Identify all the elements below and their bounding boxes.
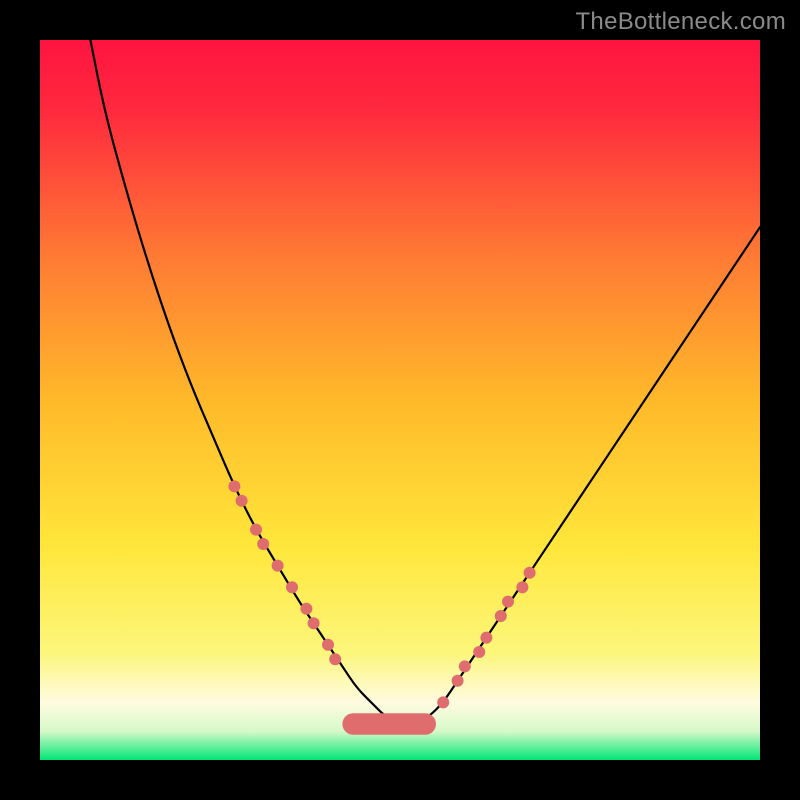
data-dot <box>286 581 298 593</box>
data-dot <box>452 675 464 687</box>
watermark-text: TheBottleneck.com <box>575 8 786 36</box>
chart-svg <box>40 40 760 760</box>
data-dot <box>308 617 320 629</box>
plot-area <box>40 40 760 760</box>
data-dot <box>524 567 536 579</box>
chart-frame: TheBottleneck.com <box>0 0 800 800</box>
data-dot <box>300 603 312 615</box>
data-dot <box>236 495 248 507</box>
data-dot <box>459 660 471 672</box>
data-dot <box>495 610 507 622</box>
bottom-band-rect <box>342 713 436 735</box>
data-dot <box>502 596 514 608</box>
data-dot <box>272 560 284 572</box>
data-dot <box>228 480 240 492</box>
data-dot <box>480 632 492 644</box>
gradient-background <box>40 40 760 760</box>
data-dot <box>473 646 485 658</box>
data-dot <box>329 653 341 665</box>
data-dot <box>516 581 528 593</box>
data-dot <box>322 639 334 651</box>
data-dot <box>437 696 449 708</box>
data-dot <box>250 524 262 536</box>
bottom-band <box>342 713 436 735</box>
data-dot <box>257 538 269 550</box>
